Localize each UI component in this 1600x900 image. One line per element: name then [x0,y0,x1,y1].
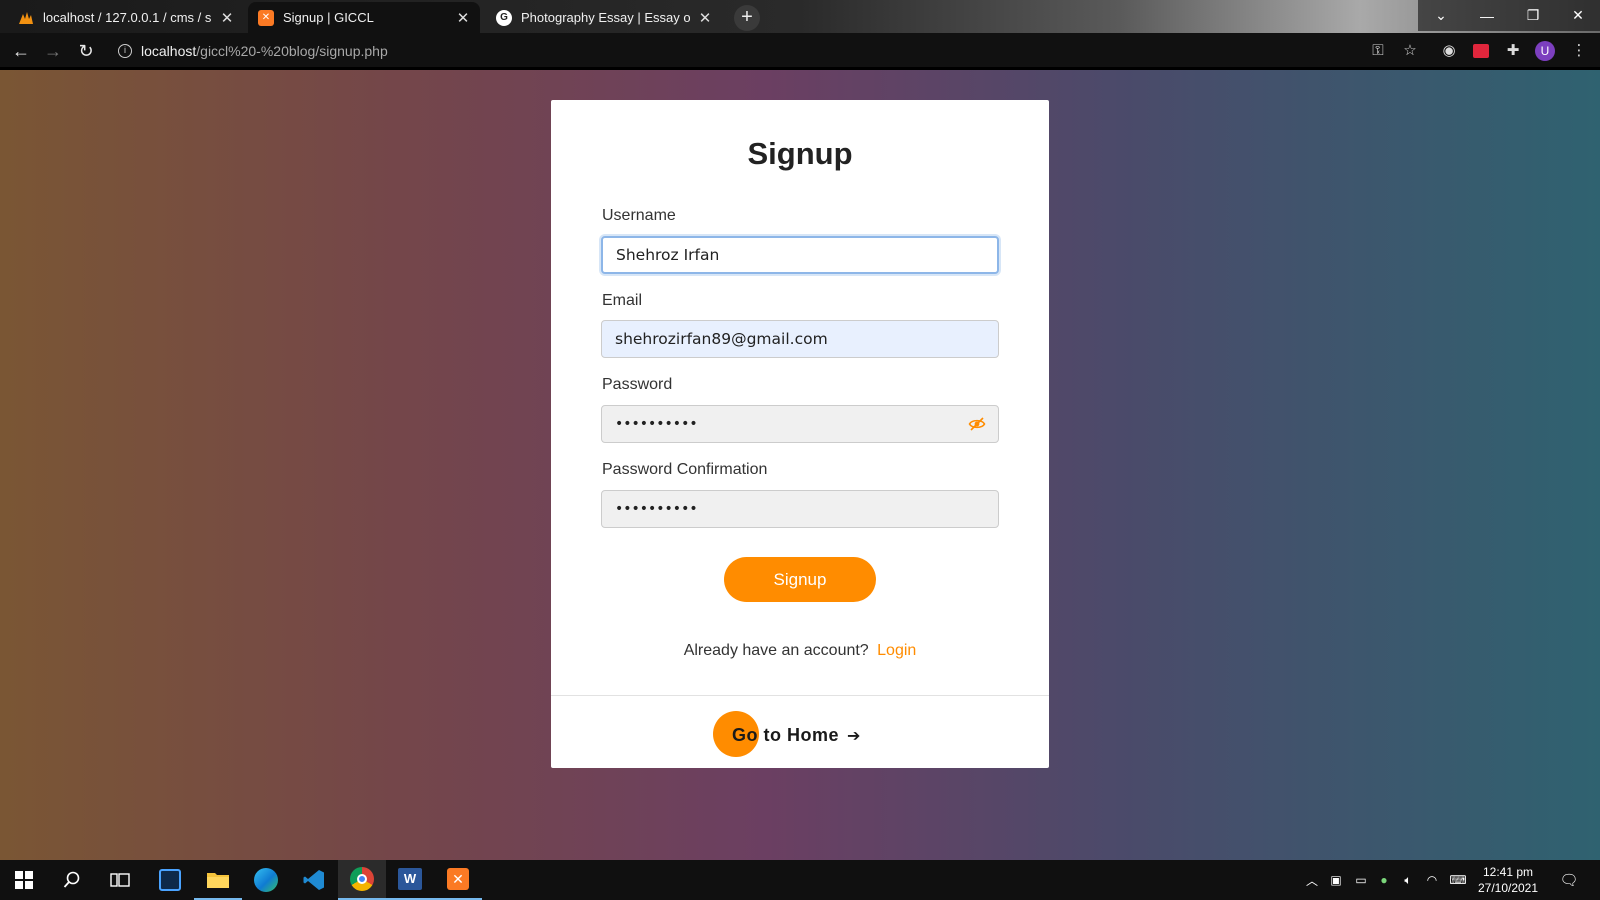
email-value: shehrozirfan89@gmail.com [615,330,828,348]
signup-button[interactable]: Signup [724,557,876,602]
address-bar[interactable]: i localhost/giccl%20-%20blog/signup.php [110,36,1410,66]
taskbar-clock[interactable]: 12:41 pm 27/10/2021 [1466,864,1550,896]
wifi-icon[interactable]: ◠ [1422,860,1442,900]
go-to-home-link[interactable]: Go to Home ➔ [713,711,913,757]
tab-label: Signup | GICCL [283,10,374,25]
show-hidden-icons-icon[interactable]: ︿ [1302,860,1322,900]
bookmark-star-icon[interactable]: ☆ [1401,42,1419,60]
chrome-icon[interactable] [338,860,386,900]
extension-red-icon[interactable] [1472,42,1490,60]
tab-label: Photography Essay | Essay on Ph [521,10,690,25]
forward-arrow-icon[interactable]: → [41,39,65,63]
browser-toolbar: ← → ↻ i localhost/giccl%20-%20blog/signu… [0,33,1600,69]
close-window-icon[interactable]: ✕ [1556,0,1600,31]
minimize-icon[interactable]: — [1464,0,1510,31]
restore-icon[interactable]: ❐ [1510,0,1556,31]
new-tab-button[interactable]: + [734,5,760,31]
login-link[interactable]: Login [877,642,916,659]
profile-avatar-icon[interactable]: U [1535,41,1555,61]
password-input[interactable]: •••••••••• [601,405,999,443]
phpmyadmin-icon [18,10,34,26]
task-view-icon[interactable] [96,860,144,900]
card-divider [551,695,1049,696]
page-title: Signup [747,136,853,171]
meet-now-icon[interactable]: ▣ [1326,860,1346,900]
windows-taskbar: W ✕ ︿ ▣ ▭ ● 🔈︎ ◠ ⌨︎ 12:41 pm 27/10/2021 … [0,860,1600,900]
tab-photography-essay[interactable]: G Photography Essay | Essay on Ph ✕ [486,2,722,33]
google-g-icon: G [496,9,512,26]
confirm-password-value: •••••••••• [615,501,698,517]
clock-time: 12:41 pm [1482,865,1534,879]
tab-label: localhost / 127.0.0.1 / cms / subs [43,10,212,25]
file-explorer-icon[interactable] [194,860,242,900]
close-icon[interactable]: ✕ [220,9,234,27]
tab-phpmyadmin[interactable]: localhost / 127.0.0.1 / cms / subs ✕ [8,2,244,33]
notifications-icon[interactable]: 🗨︎ [1556,860,1582,900]
browser-tab-strip: localhost / 127.0.0.1 / cms / subs ✕ ✕ S… [0,0,1600,33]
menu-kebab-icon[interactable]: ⋮ [1570,42,1588,60]
edge-browser-icon[interactable] [242,860,290,900]
tab-search-icon[interactable]: ⌄ [1418,0,1464,31]
xampp-icon: ✕ [258,9,274,26]
info-icon[interactable]: i [118,44,132,58]
search-icon[interactable] [48,860,96,900]
volume-icon[interactable]: 🔈︎ [1398,860,1418,900]
xampp-taskbar-icon[interactable]: ✕ [434,860,482,900]
confirm-password-label: Password Confirmation [602,461,768,478]
login-prompt: Already have an account? Login [551,642,1049,660]
onedrive-icon[interactable]: ● [1374,860,1394,900]
hyper-terminal-icon[interactable] [146,860,194,900]
home-link-text: Go to Home ➔ [732,725,861,745]
page-background: Signup Username Shehroz Irfan Email sheh… [0,70,1600,860]
confirm-password-input[interactable]: •••••••••• [601,490,999,528]
windows-start-icon[interactable] [0,860,48,900]
close-icon[interactable]: ✕ [456,9,470,27]
password-value: •••••••••• [615,416,698,432]
clock-date: 27/10/2021 [1477,881,1539,895]
email-input[interactable]: shehrozirfan89@gmail.com [601,320,999,358]
vscode-icon[interactable] [290,860,338,900]
back-arrow-icon[interactable]: ← [9,39,33,63]
key-icon[interactable]: ⚿ [1369,42,1387,60]
username-value: Shehroz Irfan [616,246,720,264]
signup-card: Signup Username Shehroz Irfan Email sheh… [551,100,1049,768]
eye-slash-icon[interactable] [968,415,986,433]
url-host: localhost [141,43,197,59]
account-prompt-text: Already have an account? [683,642,869,659]
extensions-puzzle-icon[interactable]: ✚ [1504,42,1522,60]
username-input[interactable]: Shehroz Irfan [601,236,999,274]
email-label: Email [602,292,643,309]
arrow-right-icon: ➔ [847,728,861,745]
camera-extension-icon[interactable]: ◉ [1440,42,1458,60]
reload-icon[interactable]: ↻ [74,39,98,63]
tab-signup[interactable]: ✕ Signup | GICCL ✕ [248,2,480,33]
username-label: Username [602,207,676,224]
battery-icon[interactable]: ▭ [1350,860,1372,900]
word-icon[interactable]: W [386,860,434,900]
close-icon[interactable]: ✕ [698,9,712,27]
password-label: Password [602,376,673,393]
url-path: /giccl%20-%20blog/signup.php [196,43,388,59]
